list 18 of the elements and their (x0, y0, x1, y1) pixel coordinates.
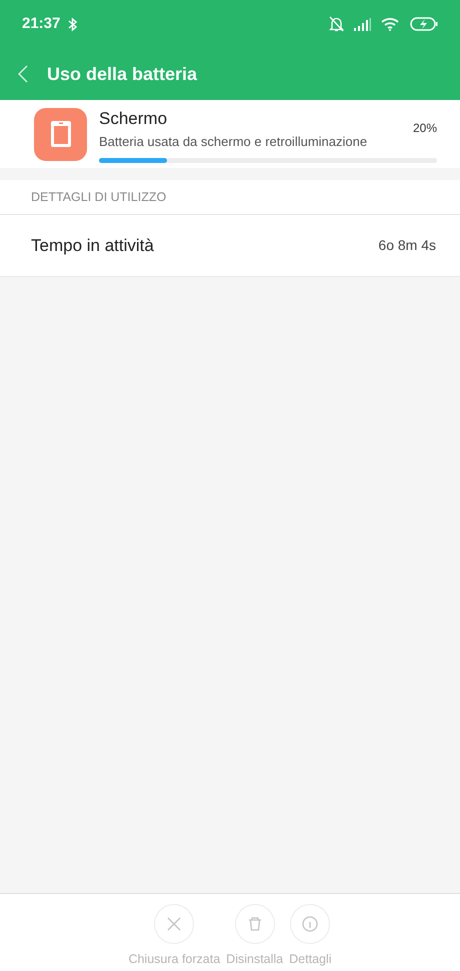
row-label: Tempo in attività (31, 234, 154, 257)
back-icon[interactable] (18, 65, 28, 83)
usage-percent: 20% (412, 120, 437, 137)
app-description: Batteria usata da schermo e retroilluminazione (99, 133, 368, 151)
info-icon (290, 904, 330, 944)
status-time: 21:37 (22, 14, 60, 34)
wifi-icon (381, 17, 400, 31)
bell-off-icon (329, 16, 344, 32)
section-header: DETTAGLI DI UTILIZZO (31, 188, 166, 206)
trash-icon (234, 904, 275, 944)
app-name: Schermo (99, 108, 168, 130)
screen-title: Uso della batteria (47, 62, 198, 86)
signal-icon (354, 18, 371, 30)
close-icon (154, 904, 194, 944)
battery-charging-icon (410, 17, 438, 31)
row-value: 6o 8m 4s (378, 236, 436, 255)
screen-app-icon (34, 108, 87, 160)
bluetooth-icon (68, 16, 78, 32)
